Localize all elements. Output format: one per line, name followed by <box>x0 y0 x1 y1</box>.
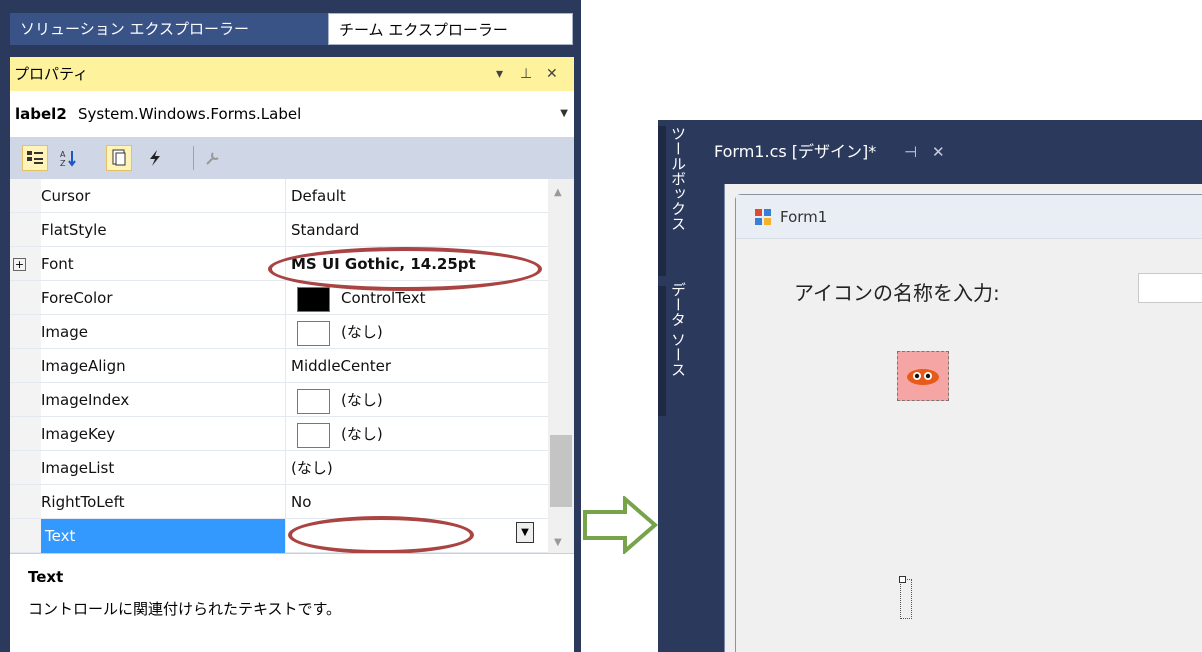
chevron-down-icon[interactable]: ▼ <box>560 91 568 137</box>
svg-text:A: A <box>60 150 66 159</box>
form-window[interactable]: Form1 アイコンの名称を入力: <box>735 194 1202 652</box>
image-swatch <box>297 389 330 414</box>
categorized-icon[interactable] <box>22 145 48 171</box>
property-pages-icon[interactable] <box>200 145 226 171</box>
tab-form1-design[interactable]: Form1.cs [デザイン]* <box>714 120 876 184</box>
form-icon <box>755 209 771 225</box>
designer-window: ツールボックス データ ソース Form1.cs [デザイン]* ⊣ ✕ For… <box>658 120 1202 652</box>
properties-toolbar: AZ <box>10 137 574 179</box>
property-name: ImageKey <box>41 425 116 443</box>
side-tab-data-sources[interactable]: データ ソース <box>668 282 689 377</box>
tab-team-explorer[interactable]: チーム エクスプローラー <box>328 13 573 45</box>
property-row-cursor[interactable]: Cursor Default <box>10 179 548 213</box>
property-value[interactable]: (なし) <box>291 451 548 485</box>
property-name: ImageIndex <box>41 391 130 409</box>
property-row-imagealign[interactable]: ImageAlign MiddleCenter <box>10 349 548 383</box>
explorer-tabs: ソリューション エクスプローラー チーム エクスプローラー <box>10 13 574 45</box>
property-name: ForeColor <box>41 289 113 307</box>
properties-icon[interactable] <box>106 145 132 171</box>
svg-text:Z: Z <box>60 159 66 167</box>
property-row-imagelist[interactable]: ImageList (なし) <box>10 451 548 485</box>
close-tab-button[interactable]: ✕ <box>932 120 945 184</box>
expand-icon[interactable]: + <box>13 258 26 271</box>
property-row-righttoleft[interactable]: RightToLeft No <box>10 485 548 519</box>
side-tool-tabs: ツールボックス データ ソース <box>658 120 704 652</box>
property-name: Image <box>41 323 88 341</box>
image-swatch <box>297 321 330 346</box>
object-type: System.Windows.Forms.Label <box>78 105 302 123</box>
scroll-down-icon[interactable]: ▼ <box>554 537 562 548</box>
name-textbox[interactable] <box>1138 273 1202 303</box>
property-name: Cursor <box>41 187 91 205</box>
font-highlight-ellipse <box>268 247 542 291</box>
property-row-flatstyle[interactable]: FlatStyle Standard <box>10 213 548 247</box>
side-tab-marker <box>658 126 666 276</box>
property-grid: Cursor Default FlatStyle Standard + Font… <box>10 179 574 554</box>
label2-selected[interactable] <box>899 576 912 619</box>
object-selector[interactable]: label2 System.Windows.Forms.Label ▼ <box>10 91 574 137</box>
properties-window: ソリューション エクスプローラー チーム エクスプローラー プロパティ ▾ ⊥ … <box>0 0 581 652</box>
property-name: Text <box>41 519 285 553</box>
pin-tab-button[interactable]: ⊣ <box>904 120 917 184</box>
property-name: ImageAlign <box>41 357 126 375</box>
name-label[interactable]: アイコンの名称を入力: <box>794 277 1000 306</box>
description-title: Text <box>28 568 64 586</box>
object-name: label2 <box>15 105 67 123</box>
form-title: Form1 <box>780 208 828 226</box>
window-menu-button[interactable]: ▾ <box>496 57 503 91</box>
right-arrow-icon <box>583 496 659 554</box>
description-text: コントロールに関連付けられたテキストです。 <box>28 600 342 618</box>
pin-button[interactable]: ⊥ <box>520 57 532 91</box>
property-value[interactable]: Standard <box>291 213 548 247</box>
picture-box[interactable] <box>897 351 949 401</box>
description-pane: Text コントロールに関連付けられたテキストです。 <box>10 553 574 652</box>
scrollbar-thumb[interactable] <box>550 435 572 507</box>
close-button[interactable]: ✕ <box>546 57 558 91</box>
property-row-imagekey[interactable]: ImageKey (なし) <box>10 417 548 451</box>
property-row-imageindex[interactable]: ImageIndex (なし) <box>10 383 548 417</box>
form-client-area: アイコンの名称を入力: <box>736 239 1202 652</box>
events-icon[interactable] <box>142 145 168 171</box>
properties-title: プロパティ <box>14 65 89 83</box>
resize-handle[interactable] <box>899 576 906 583</box>
property-value[interactable]: Default <box>291 179 548 213</box>
properties-title-bar: プロパティ ▾ ⊥ ✕ <box>10 57 574 91</box>
property-name: Font <box>41 255 74 273</box>
text-dropdown-button[interactable]: ▼ <box>516 522 534 543</box>
alphabetical-icon[interactable]: AZ <box>56 145 82 171</box>
form-title-bar: Form1 <box>736 195 1202 239</box>
property-name: RightToLeft <box>41 493 125 511</box>
property-name: FlatStyle <box>41 221 107 239</box>
design-surface: Form1 アイコンの名称を入力: <box>724 184 1202 652</box>
text-highlight-ellipse <box>288 516 474 554</box>
property-name: ImageList <box>41 459 115 477</box>
side-tab-toolbox[interactable]: ツールボックス <box>668 126 689 231</box>
document-tab-strip: Form1.cs [デザイン]* ⊣ ✕ <box>704 120 1202 184</box>
slime-icon <box>907 369 939 385</box>
color-swatch <box>297 287 330 312</box>
tab-solution-explorer[interactable]: ソリューション エクスプローラー <box>10 13 328 45</box>
property-value[interactable]: MiddleCenter <box>291 349 548 383</box>
toolbar-separator <box>193 146 194 170</box>
image-swatch <box>297 423 330 448</box>
side-tab-marker <box>658 286 666 416</box>
property-row-image[interactable]: Image (なし) <box>10 315 548 349</box>
property-value[interactable]: No <box>291 485 548 519</box>
scroll-up-icon[interactable]: ▲ <box>554 187 562 198</box>
